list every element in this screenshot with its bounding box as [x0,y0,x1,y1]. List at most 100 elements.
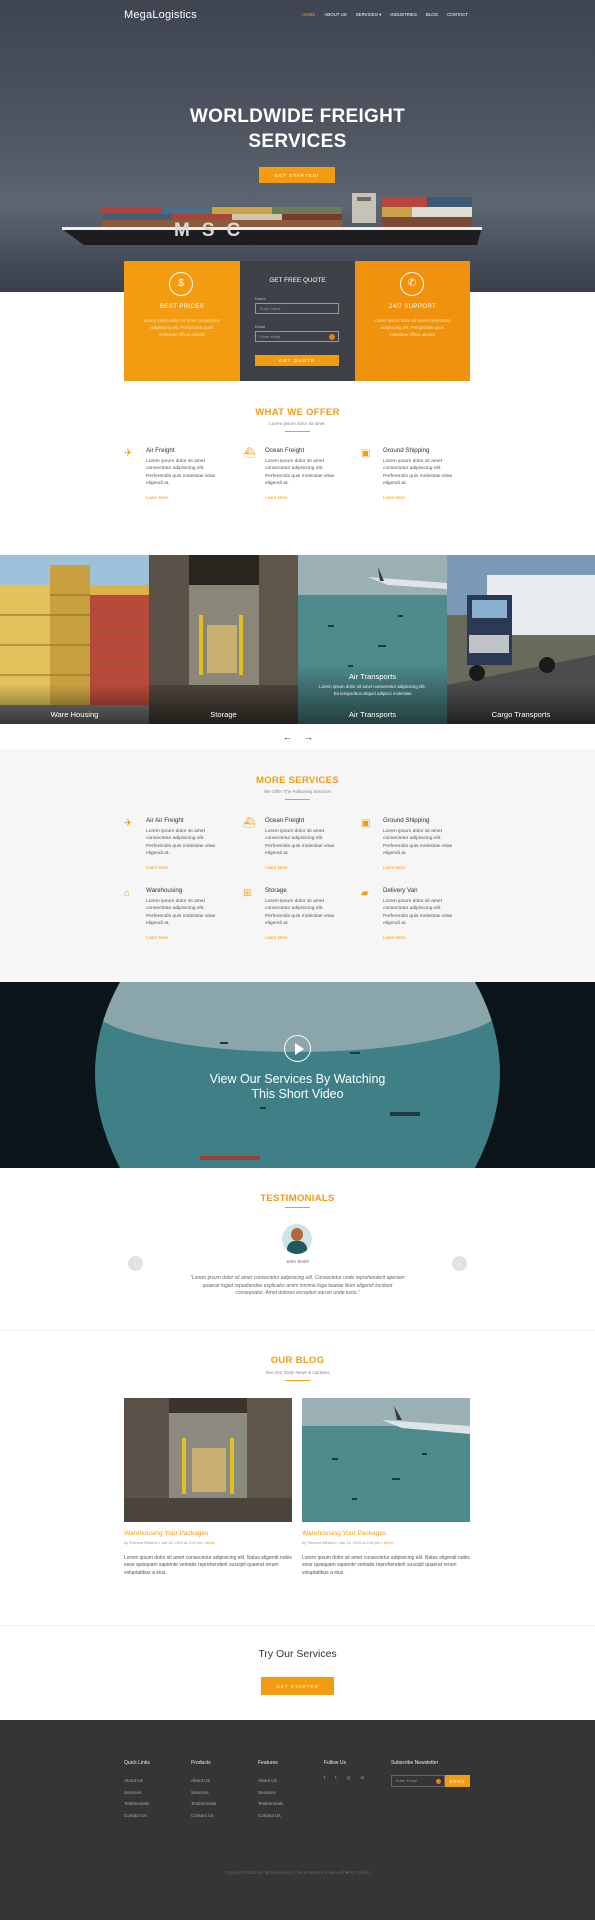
gallery-item-storage[interactable]: Storage [149,555,298,724]
footer-link[interactable]: About Us [191,1775,216,1787]
blog-divider [285,1380,310,1381]
post-tag[interactable]: News [206,1541,216,1545]
blog-post-title[interactable]: Warehousing Your Packages [302,1530,386,1537]
footer-link[interactable]: Services [191,1787,216,1799]
footer [0,1720,595,1920]
blog-post-title[interactable]: Warehousing Your Packages [124,1530,208,1537]
testimonial-next-button[interactable]: › [452,1256,467,1271]
gallery-next-arrow-icon[interactable]: → [304,732,313,742]
gallery-caption: Air Transports [348,710,397,719]
gallery-caption: Ware Housing [50,710,99,719]
main-nav: HOME ABOUT US SERVICES ▾ INDUSTRIES BLOG… [302,12,468,18]
warehouse-icon: ⌂ [124,888,131,899]
learn-more-link[interactable]: Learn More [265,495,287,500]
best-prices-box: $ BEST PRICES Lorem ipsum dolor sit amet… [124,261,240,381]
quote-line: “Lorem ipsum dolor sit amet consectetur … [190,1275,405,1281]
more-title: MORE SERVICES [256,775,339,786]
footer-link[interactable]: Contact Us [191,1810,216,1822]
service-text: Lorem ipsum dolor sit amet consectetur a… [265,899,335,926]
support-title: 24/7 SUPPORT [388,303,437,310]
copyright: Copyright ©2023 All rights reserved | Th… [225,1870,370,1875]
email-input[interactable]: Enter email [255,331,339,342]
learn-more-link[interactable]: Learn More [146,865,168,870]
ship-lettering: MSC [174,220,253,241]
ship-icon: ⛴ [243,448,256,459]
linkedin-icon[interactable]: in [361,1775,365,1781]
footer-subscribe: Subscribe Newsletter Enter Email SEND [391,1760,470,1787]
gallery-item-warehousing[interactable]: Ware Housing [0,555,149,724]
service-text: Lorem ipsum dolor sit amet consectetur a… [383,829,453,856]
hero-title: WORLDWIDE FREIGHT SERVICES [0,104,595,154]
nav-services[interactable]: SERVICES ▾ [356,12,382,18]
learn-more-link[interactable]: Learn More [146,495,168,500]
learn-more-link[interactable]: Learn More [265,935,287,940]
blog-post-image[interactable] [302,1398,470,1522]
nav-industries[interactable]: INDUSTRIES [390,12,417,18]
learn-more-link[interactable]: Learn More [383,865,405,870]
blog-post-meta: by Theresa Winston • Jan 18, 2019 at 2:0… [302,1541,394,1545]
play-button[interactable] [284,1035,311,1062]
footer-link[interactable]: Contact Us [124,1810,150,1822]
forklift-icon: ⊞ [243,888,252,899]
name-input[interactable]: Enter name [255,303,339,314]
footer-link[interactable]: Testimonials [124,1798,150,1810]
offer-divider [285,431,310,432]
gallery-prev-arrow-icon[interactable]: ← [283,732,292,742]
footer-col-title: Quick Links [124,1760,150,1766]
service-title: Storage [265,887,287,894]
footer-link[interactable]: About Us [124,1775,150,1787]
post-tag[interactable]: News [384,1541,394,1545]
footer-link[interactable]: Testimonials [258,1798,283,1810]
offer-subtitle: Lorem ipsum dolor sit amet. [269,421,326,426]
nav-contact[interactable]: CONTACT [447,12,468,18]
twitter-icon[interactable]: t [335,1775,336,1781]
quote-line: quaerat fugiat repudiandae explicabo ani… [202,1282,393,1289]
gallery-item-air-transports[interactable]: Air Transports Lorem ipsum dolor sit ame… [298,555,447,724]
footer-link[interactable]: Services [258,1787,283,1799]
hero-get-started-button[interactable]: GET STARTED! [259,167,335,183]
offer-title: WHAT WE OFFER [255,407,340,418]
instagram-icon[interactable]: ◎ [347,1775,351,1781]
testimonial-author: John Smith [286,1259,309,1264]
footer-link[interactable]: About Us [258,1775,283,1787]
blog-subtitle: See Our Daily News & Updates [265,1370,330,1375]
testimonial-prev-button[interactable]: ‹ [128,1256,143,1271]
footer-link[interactable]: Testimonials [191,1798,216,1810]
quote-title: GET FREE QUOTE [269,277,326,284]
quote-form-box: GET FREE QUOTE Name Enter name Email Ent… [240,261,355,381]
get-quote-button[interactable]: GET QUOTE [255,355,339,366]
nav-about[interactable]: ABOUT US [324,12,346,18]
service-title: Air Air Freight [146,817,184,824]
video-section: View Our Services By Watching This Short… [0,982,595,1168]
blog-post-image[interactable] [124,1398,292,1522]
newsletter-send-button[interactable]: SEND [445,1775,470,1787]
nav-blog[interactable]: BLOG [426,12,438,18]
avatar [282,1224,312,1254]
airplane-icon: ✈ [124,448,133,459]
gallery-item-cargo-transports[interactable]: Cargo Transports [447,555,595,724]
facebook-icon[interactable]: f [324,1775,325,1781]
support-text: Lorem ipsum dolor sit amet consectetur a… [374,318,451,337]
video-caption-line2: This Short Video [251,1087,344,1101]
newsletter-email-input[interactable]: Enter Email [391,1775,445,1787]
try-get-started-button[interactable]: GET STARTED [261,1677,334,1695]
learn-more-link[interactable]: Learn More [146,935,168,940]
autofill-icon [436,1779,441,1784]
learn-more-link[interactable]: Learn More [383,935,405,940]
section-divider [0,1330,595,1331]
offer-item-text: Lorem ipsum dolor sit amet consectetur a… [383,459,453,486]
footer-link[interactable]: Contact Us [258,1810,283,1822]
brand-logo[interactable]: MegaLogistics [124,9,197,21]
learn-more-link[interactable]: Learn More [383,495,405,500]
post-author: by Theresa Winston [302,1541,336,1545]
support-box: ✆ 24/7 SUPPORT Lorem ipsum dolor sit ame… [355,261,470,381]
hero-title-line2: SERVICES [248,131,347,152]
service-text: Lorem ipsum dolor sit amet consectetur a… [146,899,216,926]
learn-more-link[interactable]: Learn More [265,865,287,870]
email-label: Email [255,324,266,329]
blog-post-excerpt: Lorem ipsum dolor sit amet consectetur a… [124,1555,292,1576]
video-caption: View Our Services By Watching This Short… [0,1072,595,1102]
footer-link[interactable]: Services [124,1787,150,1799]
nav-home[interactable]: HOME [302,12,315,18]
airplane-icon: ✈ [124,818,133,829]
